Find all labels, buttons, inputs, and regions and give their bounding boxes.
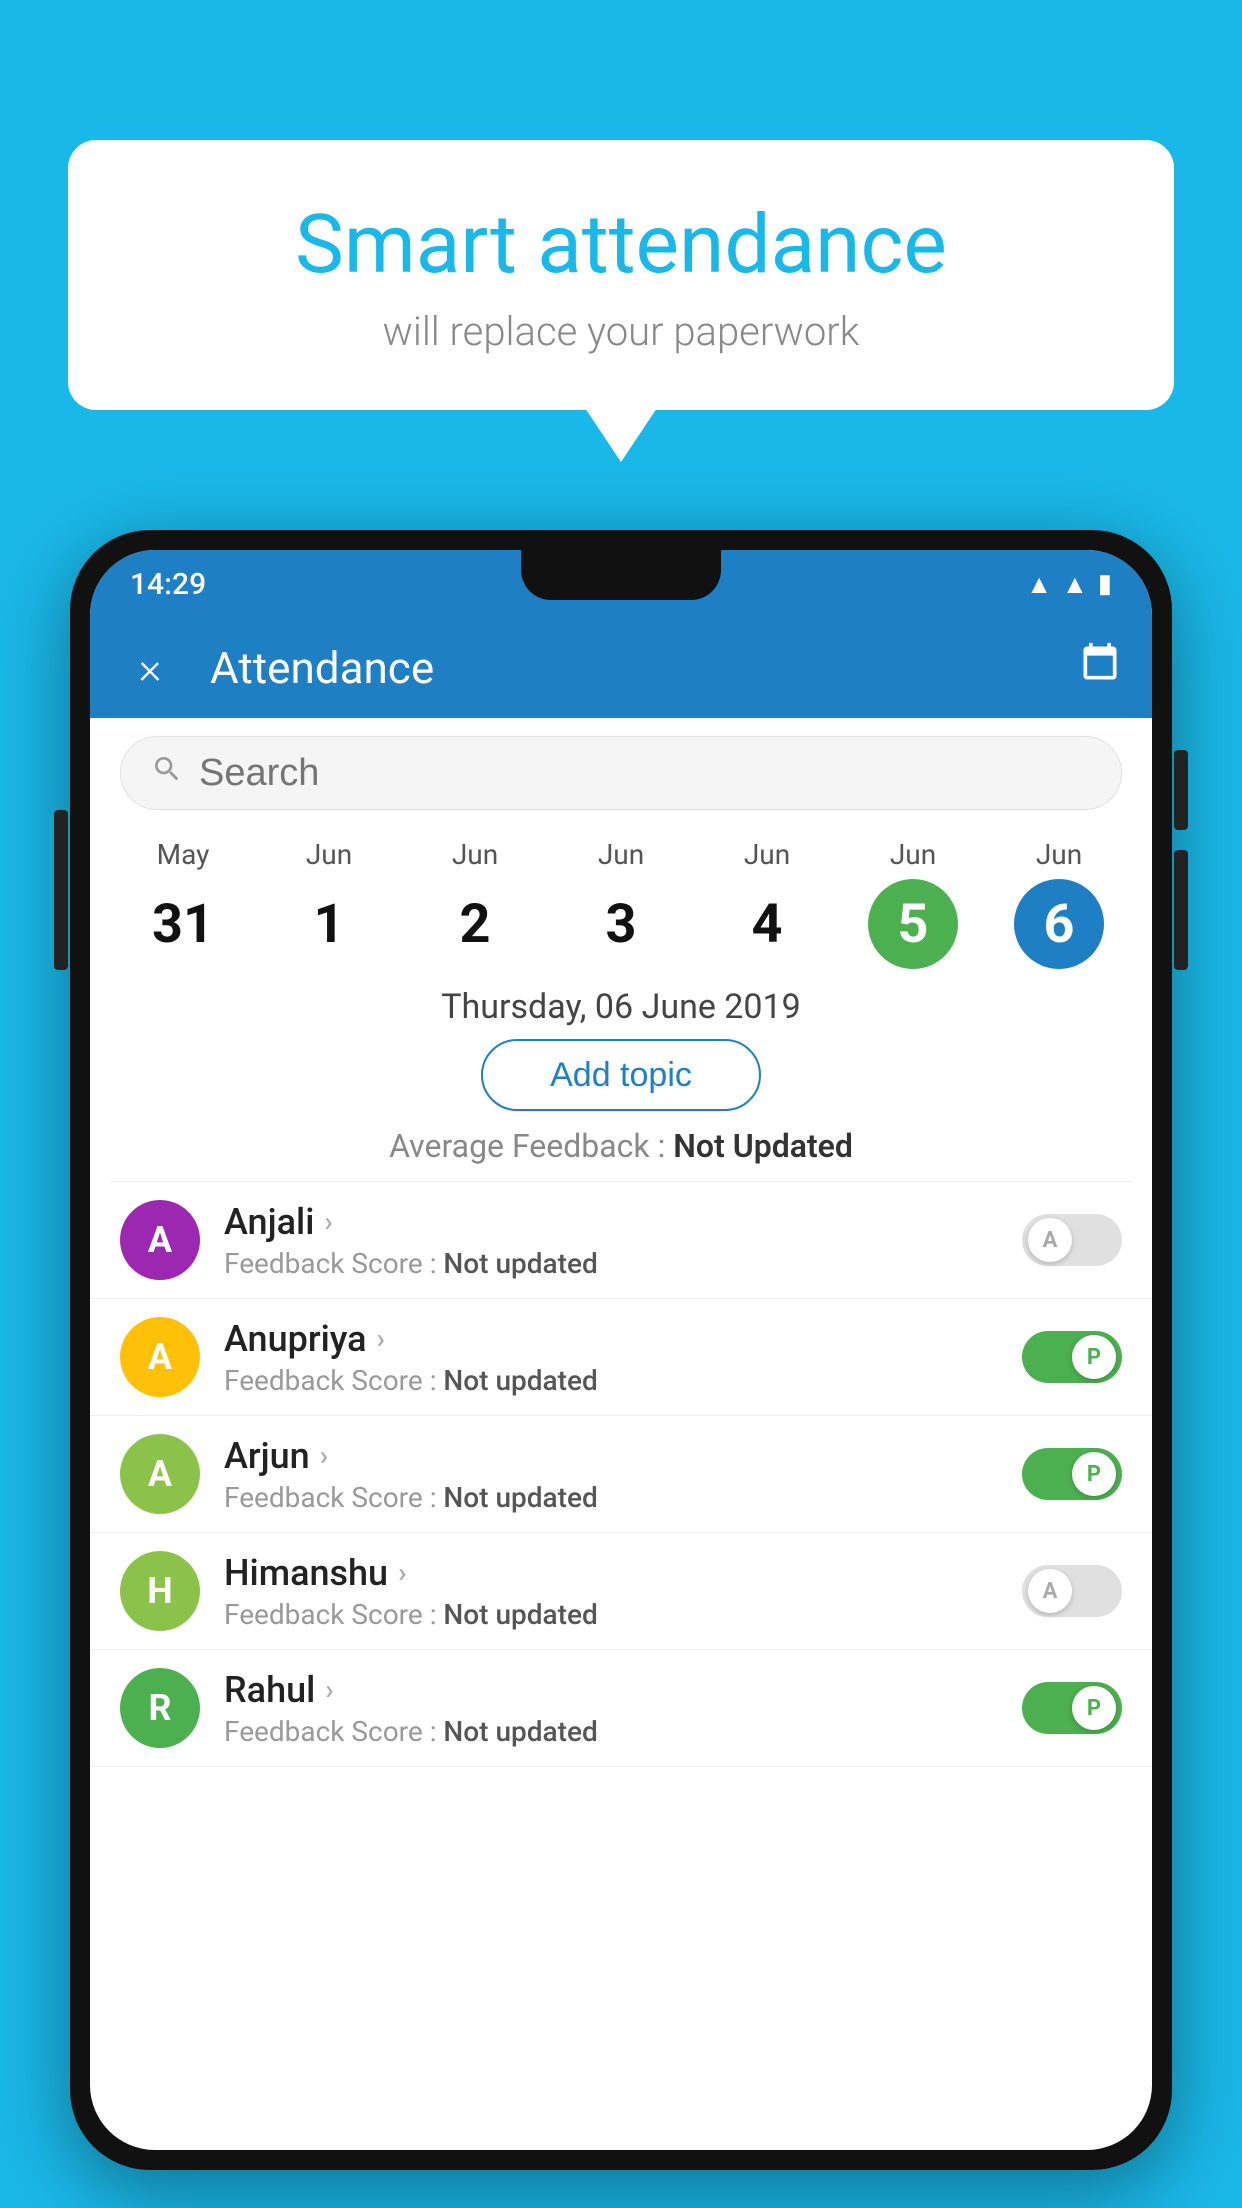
avatar: A (120, 1434, 200, 1514)
phone-frame: 14:29 ▲ ▲ ▮ × Attendance (70, 530, 1172, 2170)
student-list: AAnjali ›Feedback Score : Not updatedAAA… (90, 1182, 1152, 1767)
cal-date[interactable]: 31 (138, 879, 228, 969)
toggle-knob: P (1072, 1686, 1116, 1730)
signal-icon: ▲ (1062, 569, 1088, 600)
cal-month: Jun (890, 838, 936, 871)
attendance-toggle-wrap[interactable]: P (1022, 1331, 1122, 1383)
speech-bubble-container: Smart attendance will replace your paper… (68, 140, 1174, 410)
calendar-day[interactable]: Jun 3 (548, 838, 694, 969)
calendar-day[interactable]: Jun 2 (402, 838, 548, 969)
attendance-toggle-wrap[interactable]: P (1022, 1448, 1122, 1500)
student-item[interactable]: A Anupriya › Feedback Score : Not updated P (90, 1299, 1152, 1416)
volume-down-button[interactable] (1174, 850, 1188, 970)
close-button[interactable]: × (120, 642, 180, 694)
attendance-toggle[interactable]: P (1022, 1682, 1122, 1734)
search-bar[interactable] (120, 736, 1122, 810)
volume-up-button[interactable] (1174, 750, 1188, 830)
toggle-knob: A (1028, 1218, 1072, 1262)
attendance-toggle[interactable]: A (1022, 1214, 1122, 1266)
battery-icon: ▮ (1098, 569, 1112, 599)
avatar: A (120, 1317, 200, 1397)
calendar-day[interactable]: Jun 4 (694, 838, 840, 969)
student-feedback: Feedback Score : Not updated (224, 1364, 1022, 1397)
cal-month: May (157, 838, 210, 871)
attendance-toggle[interactable]: P (1022, 1448, 1122, 1500)
student-item[interactable]: H Himanshu › Feedback Score : Not updatedA (90, 1533, 1152, 1650)
student-name: Anupriya › (224, 1318, 1022, 1360)
cal-month: Jun (1036, 838, 1082, 871)
cal-date[interactable]: 2 (430, 879, 520, 969)
toggle-knob: A (1028, 1569, 1072, 1613)
calendar-strip: May 31 Jun 1 Jun 2 Jun 3 Jun 4 Jun 5 Jun 6 (90, 828, 1152, 969)
cal-month: Jun (744, 838, 790, 871)
toggle-knob: P (1072, 1335, 1116, 1379)
attendance-toggle[interactable]: A (1022, 1565, 1122, 1617)
student-info: Rahul › Feedback Score : Not updated (224, 1669, 1022, 1748)
power-button[interactable] (54, 810, 68, 970)
calendar-day[interactable]: Jun 1 (256, 838, 402, 969)
toggle-knob: P (1072, 1452, 1116, 1496)
avg-feedback-label: Average Feedback : (389, 1127, 673, 1165)
student-feedback: Feedback Score : Not updated (224, 1247, 1022, 1280)
avatar: H (120, 1551, 200, 1631)
chevron-right-icon: › (325, 1673, 333, 1706)
avg-feedback: Average Feedback : Not Updated (90, 1127, 1152, 1165)
chevron-right-icon: › (377, 1322, 385, 1355)
cal-date[interactable]: 1 (284, 879, 374, 969)
cal-month: Jun (306, 838, 352, 871)
cal-date[interactable]: 6 (1014, 879, 1104, 969)
student-info: Anjali › Feedback Score : Not updated (224, 1201, 1022, 1280)
cal-date[interactable]: 4 (722, 879, 812, 969)
attendance-toggle-wrap[interactable]: A (1022, 1565, 1122, 1617)
speech-bubble-title: Smart attendance (118, 200, 1124, 290)
calendar-day[interactable]: Jun 5 (840, 838, 986, 969)
attendance-toggle-wrap[interactable]: A (1022, 1214, 1122, 1266)
chevron-right-icon: › (398, 1556, 406, 1589)
search-icon (151, 752, 183, 794)
avatar: A (120, 1200, 200, 1280)
cal-date[interactable]: 5 (868, 879, 958, 969)
student-info: Arjun › Feedback Score : Not updated (224, 1435, 1022, 1514)
calendar-day[interactable]: May 31 (110, 838, 256, 969)
student-name: Arjun › (224, 1435, 1022, 1477)
cal-date[interactable]: 3 (576, 879, 666, 969)
student-item[interactable]: A Arjun › Feedback Score : Not updated P (90, 1416, 1152, 1533)
student-item[interactable]: R Rahul › Feedback Score : Not updated P (90, 1650, 1152, 1767)
status-time: 14:29 (130, 567, 206, 602)
calendar-icon[interactable] (1078, 641, 1122, 695)
student-name: Rahul › (224, 1669, 1022, 1711)
attendance-toggle-wrap[interactable]: P (1022, 1682, 1122, 1734)
app-bar-title: Attendance (210, 642, 1048, 694)
chevron-right-icon: › (324, 1205, 332, 1238)
date-heading: Thursday, 06 June 2019 (90, 987, 1152, 1027)
phone-notch (521, 550, 721, 600)
wifi-icon: ▲ (1026, 569, 1052, 600)
status-icons: ▲ ▲ ▮ (1026, 569, 1112, 600)
student-feedback: Feedback Score : Not updated (224, 1481, 1022, 1514)
speech-bubble-subtitle: will replace your paperwork (118, 308, 1124, 355)
calendar-day[interactable]: Jun 6 (986, 838, 1132, 969)
student-info: Anupriya › Feedback Score : Not updated (224, 1318, 1022, 1397)
student-feedback: Feedback Score : Not updated (224, 1598, 1022, 1631)
attendance-toggle[interactable]: P (1022, 1331, 1122, 1383)
avg-feedback-value: Not Updated (673, 1127, 853, 1165)
add-topic-button[interactable]: Add topic (481, 1039, 761, 1111)
cal-month: Jun (452, 838, 498, 871)
app-bar: × Attendance (90, 618, 1152, 718)
phone-screen: 14:29 ▲ ▲ ▮ × Attendance (90, 550, 1152, 2150)
student-info: Himanshu › Feedback Score : Not updated (224, 1552, 1022, 1631)
student-name: Anjali › (224, 1201, 1022, 1243)
chevron-right-icon: › (320, 1439, 328, 1472)
student-item[interactable]: AAnjali ›Feedback Score : Not updatedA (90, 1182, 1152, 1299)
student-feedback: Feedback Score : Not updated (224, 1715, 1022, 1748)
speech-bubble: Smart attendance will replace your paper… (68, 140, 1174, 410)
cal-month: Jun (598, 838, 644, 871)
search-input[interactable] (199, 752, 1091, 795)
avatar: R (120, 1668, 200, 1748)
student-name: Himanshu › (224, 1552, 1022, 1594)
